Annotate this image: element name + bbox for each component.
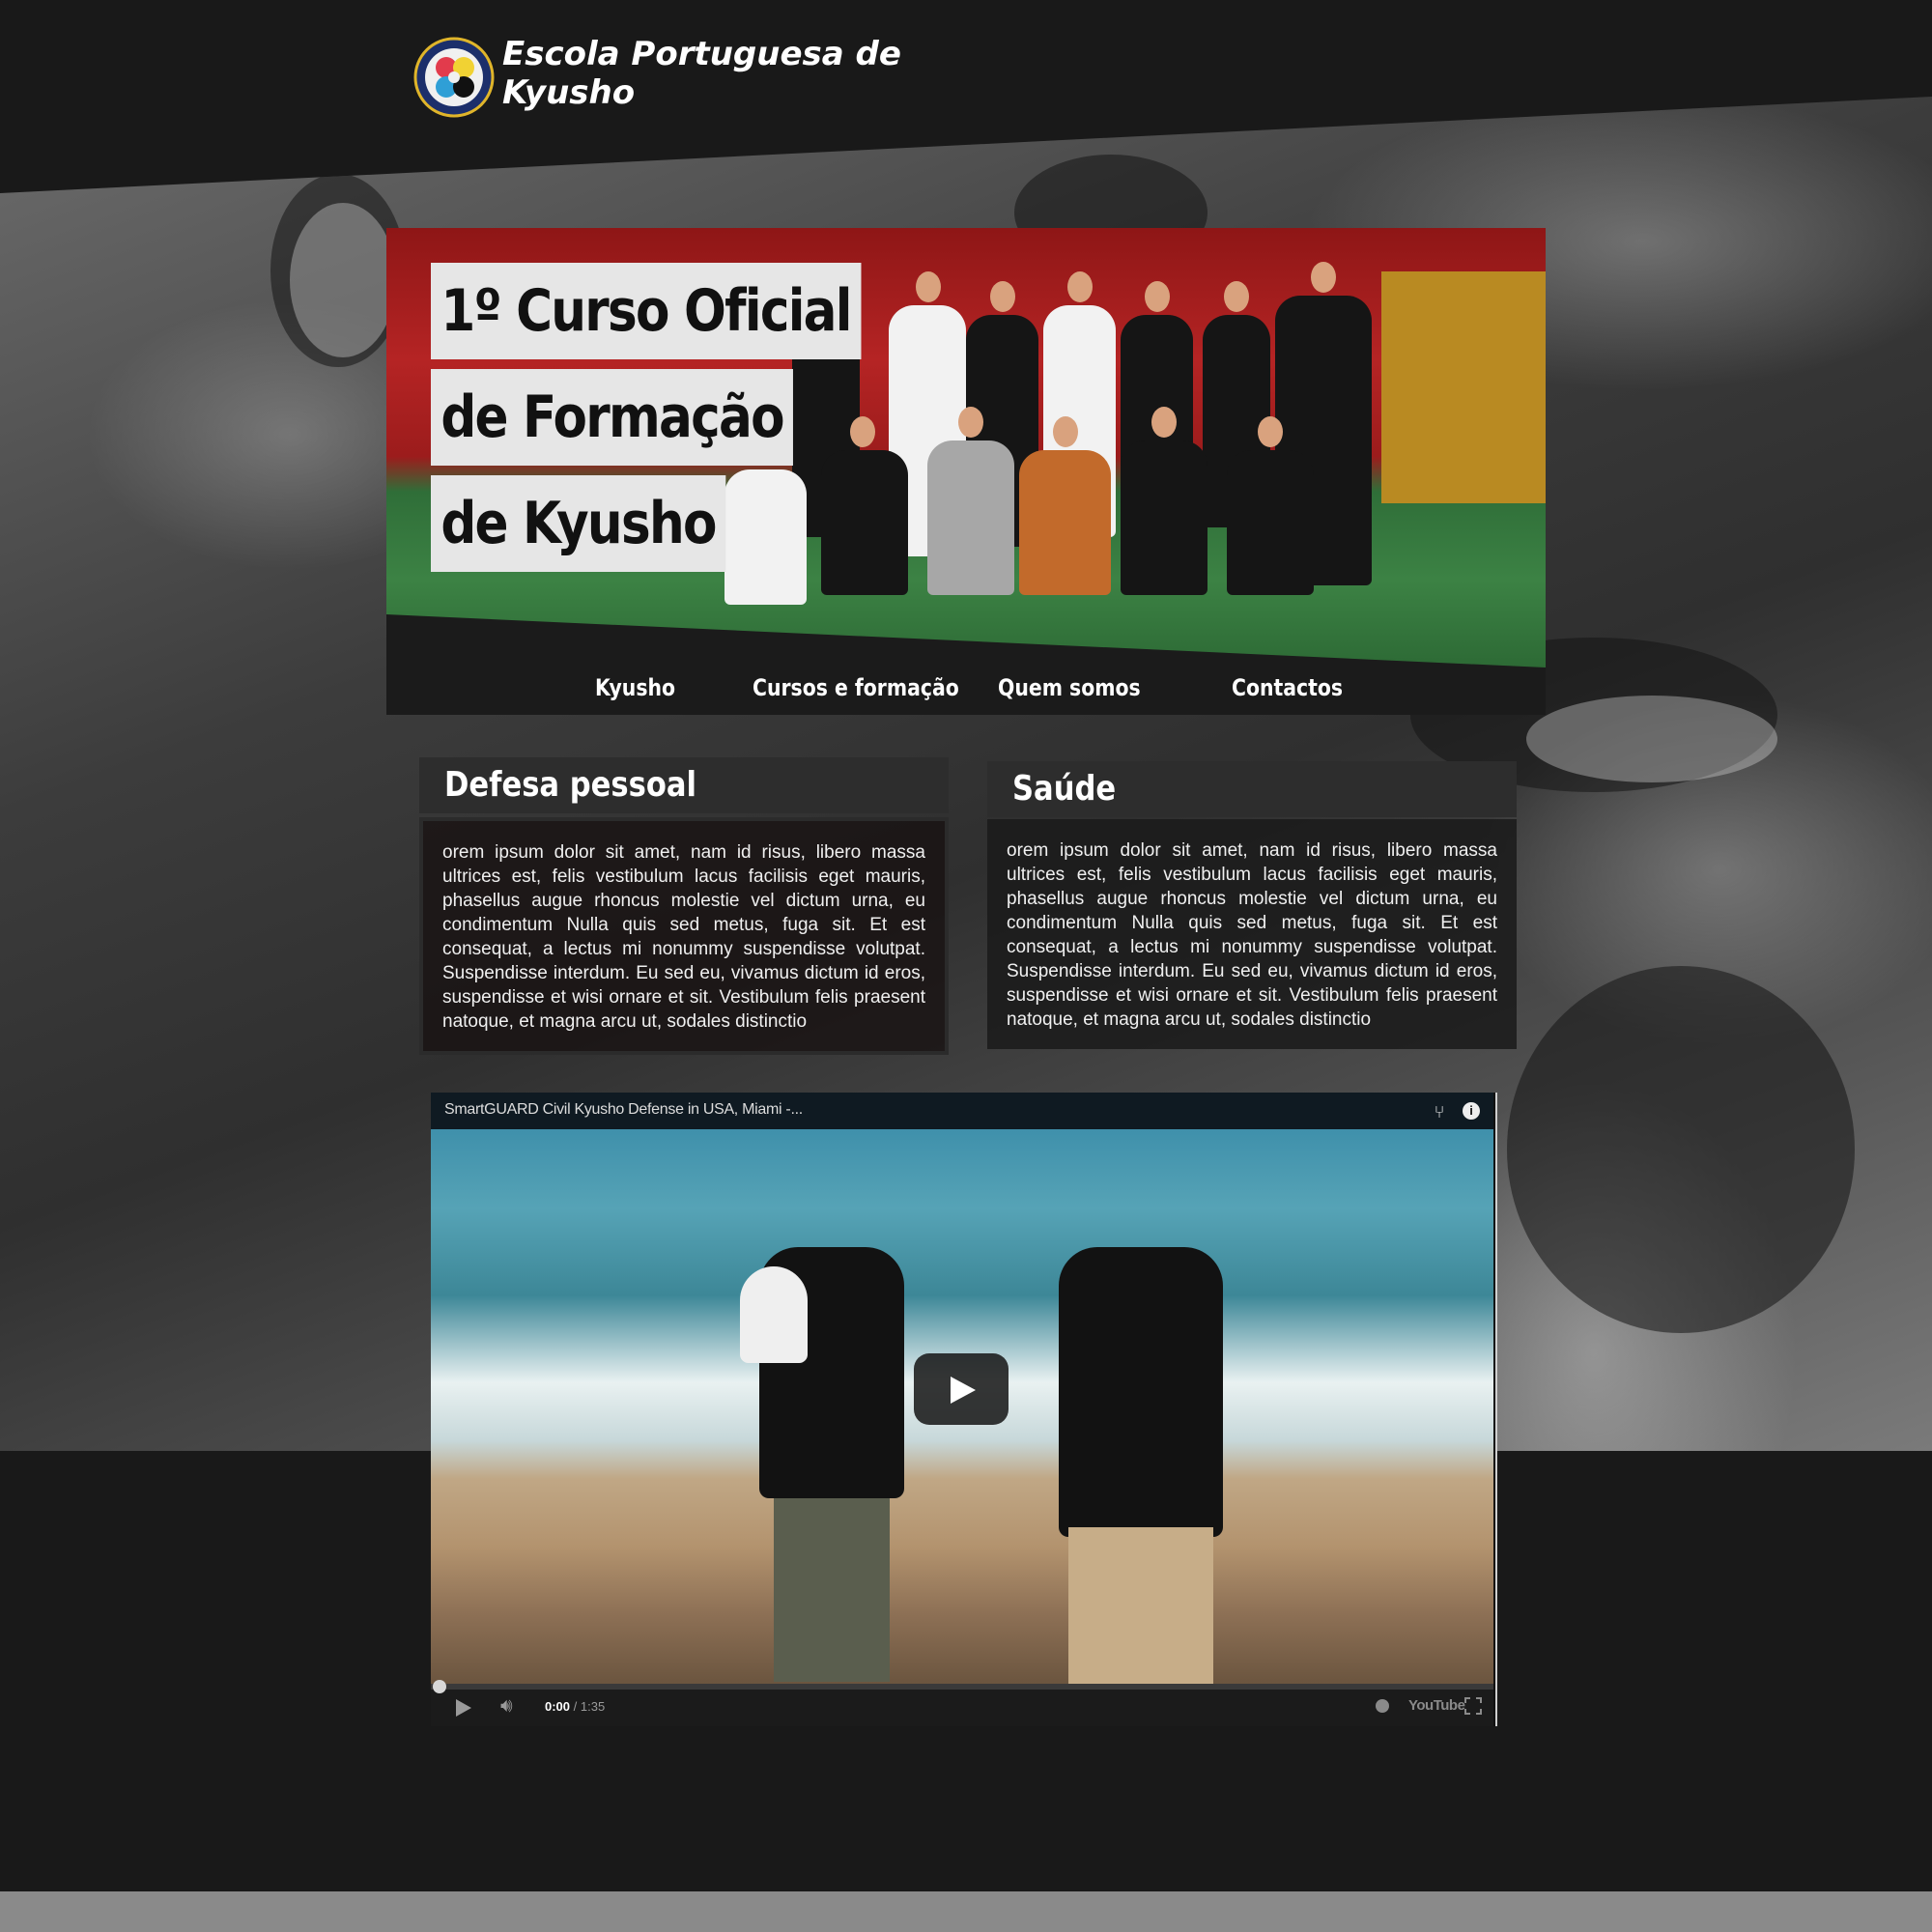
info-icon[interactable]: i (1463, 1102, 1480, 1120)
play-button[interactable] (914, 1353, 1009, 1425)
time-display: 0:00 / 1:35 (545, 1699, 605, 1714)
time-separator: / (570, 1699, 581, 1714)
hero-banner: 1º Curso Oficial de Formação de Kyusho (386, 228, 1546, 715)
nav-item-kyusho[interactable]: Kyusho (595, 674, 675, 701)
panel-body-text: orem ipsum dolor sit amet, nam id risus,… (987, 819, 1517, 1049)
panel-title: Saúde (987, 761, 1517, 817)
progress-bar[interactable] (431, 1680, 1493, 1693)
panel-title-text: Saúde (1012, 769, 1117, 809)
youtube-logo[interactable]: YouTube (1408, 1697, 1465, 1714)
video-player[interactable]: SmartGUARD Civil Kyusho Defense in USA, … (431, 1093, 1497, 1726)
volume-icon[interactable]: 🔊︎ (500, 1695, 513, 1718)
fullscreen-icon[interactable] (1464, 1697, 1482, 1715)
panel-defesa-pessoal: Defesa pessoal orem ipsum dolor sit amet… (419, 757, 949, 1055)
panel-body-text: orem ipsum dolor sit amet, nam id risus,… (419, 817, 949, 1055)
video-still-person-right (1049, 1189, 1242, 1684)
site-title: Escola Portuguesa de Kyusho (502, 35, 901, 112)
footer-strip (0, 1891, 1932, 1932)
video-title[interactable]: SmartGUARD Civil Kyusho Defense in USA, … (444, 1101, 803, 1119)
share-icon[interactable]: ⑂ (1430, 1102, 1449, 1122)
panel-title: Defesa pessoal (419, 757, 949, 813)
clock-icon[interactable] (1376, 1699, 1389, 1713)
hero-title-line-2: de Formação (431, 369, 794, 466)
hero-title-line-1: 1º Curso Oficial (431, 263, 862, 359)
video-frame[interactable]: SmartGUARD Civil Kyusho Defense in USA, … (431, 1093, 1493, 1684)
kyusho-school-logo-icon[interactable] (413, 37, 495, 118)
hero-title-line-3: de Kyusho (431, 475, 726, 572)
play-icon[interactable] (456, 1699, 471, 1717)
nav-item-quem-somos[interactable]: Quem somos (998, 674, 1141, 701)
nav-item-contactos[interactable]: Contactos (1232, 674, 1343, 701)
panel-title-text: Defesa pessoal (444, 765, 696, 805)
current-time: 0:00 (545, 1699, 571, 1714)
video-still-person-left (740, 1208, 933, 1682)
hero-title: 1º Curso Oficial de Formação de Kyusho (431, 263, 931, 582)
video-controls: 🔊︎ 0:00 / 1:35 YouTube (431, 1680, 1493, 1726)
panel-saude: Saúde orem ipsum dolor sit amet, nam id … (987, 761, 1517, 1049)
duration: 1:35 (580, 1699, 606, 1714)
main-navigation: Kyusho Cursos e formação Quem somos Cont… (386, 667, 1546, 715)
nav-item-cursos-e-formacao[interactable]: Cursos e formação (753, 674, 959, 701)
progress-knob[interactable] (433, 1680, 446, 1693)
